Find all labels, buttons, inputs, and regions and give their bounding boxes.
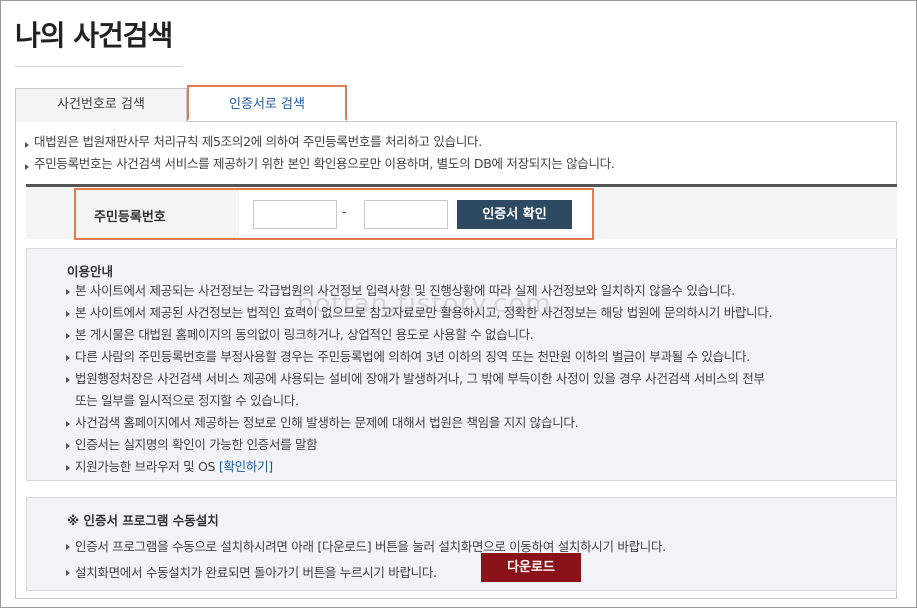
id-number-first-input[interactable] bbox=[253, 200, 337, 229]
usage-guide-list: 본 사이트에서 제공되는 사건정보는 각급법원의 사건정보 입력사항 및 진행상… bbox=[65, 280, 772, 478]
notice-item: 대법원은 법원재판사무 처리규칙 제5조의2에 의하여 주민등록번호를 처리하고… bbox=[24, 133, 615, 155]
browser-support-text: 지원가능한 브라우저 및 OS bbox=[75, 459, 216, 474]
usage-guide-item: 본 게시물은 대법원 홈페이지의 동의없이 링크하거나, 상업적인 용도로 사용… bbox=[65, 324, 772, 346]
usage-guide-item: 본 사이트에서 제공된 사건정보는 법적인 효력이 없으므로 참고자료로만 활용… bbox=[65, 302, 772, 324]
tab-bar: 사건번호로 검색 인증서로 검색 bbox=[15, 85, 897, 122]
download-button[interactable]: 다운로드 bbox=[481, 553, 581, 582]
usage-guide-title: 이용안내 bbox=[67, 264, 114, 279]
usage-guide-item: 본 사이트에서 제공되는 사건정보는 각급법원의 사건정보 입력사항 및 진행상… bbox=[65, 280, 772, 302]
id-number-second-input[interactable] bbox=[364, 200, 448, 229]
tab-content: 대법원은 법원재판사무 처리규칙 제5조의2에 의하여 주민등록번호를 처리하고… bbox=[15, 121, 897, 599]
certificate-confirm-button[interactable]: 인증서 확인 bbox=[457, 200, 572, 229]
id-number-section: 주민등록번호 - 인증서 확인 bbox=[26, 184, 897, 240]
usage-guide-item: 법원행정처장은 사건검색 서비스 제공에 사용되는 설비에 장애가 발생하거나,… bbox=[65, 368, 772, 390]
tab-certificate-search[interactable]: 인증서로 검색 bbox=[187, 85, 347, 121]
privacy-notice: 대법원은 법원재판사무 처리규칙 제5조의2에 의하여 주민등록번호를 처리하고… bbox=[24, 133, 615, 177]
id-separator: - bbox=[342, 205, 347, 220]
manual-install-box: ※ 인증서 프로그램 수동설치 인증서 프로그램을 수동으로 설치하시려면 아래… bbox=[26, 497, 897, 591]
id-number-label: 주민등록번호 bbox=[94, 210, 166, 225]
usage-guide-item-browser: 지원가능한 브라우저 및 OS [확인하기] bbox=[65, 456, 772, 478]
usage-guide-item-continued: 또는 일부를 일시적으로 정지할 수 있습니다. bbox=[75, 393, 299, 408]
id-label-cell: 주민등록번호 bbox=[76, 190, 239, 238]
usage-guide-item: 다른 사람의 주민등록번호를 부정사용할 경우는 주민등록법에 의하여 3년 이… bbox=[65, 346, 772, 368]
browser-support-link[interactable]: [확인하기] bbox=[219, 459, 273, 474]
usage-guide-box: 이용안내 bottan.tistory.com 본 사이트에서 제공되는 사건정… bbox=[26, 248, 897, 481]
title-divider bbox=[15, 66, 183, 67]
page-title: 나의 사건검색 bbox=[15, 19, 173, 52]
tab-case-number-search[interactable]: 사건번호로 검색 bbox=[15, 88, 187, 122]
usage-guide-item: 사건검색 홈페이지에서 제공하는 정보로 인해 발생하는 문제에 대해서 법원은… bbox=[65, 412, 772, 434]
usage-guide-item: 인증서는 실지명의 확인이 가능한 인증서를 말함 bbox=[65, 434, 772, 456]
id-number-form: 주민등록번호 - 인증서 확인 bbox=[74, 188, 594, 240]
notice-item: 주민등록번호는 사건검색 서비스를 제공하기 위한 본인 확인용으로만 이용하며… bbox=[24, 155, 615, 177]
manual-install-title: ※ 인증서 프로그램 수동설치 bbox=[67, 513, 219, 528]
